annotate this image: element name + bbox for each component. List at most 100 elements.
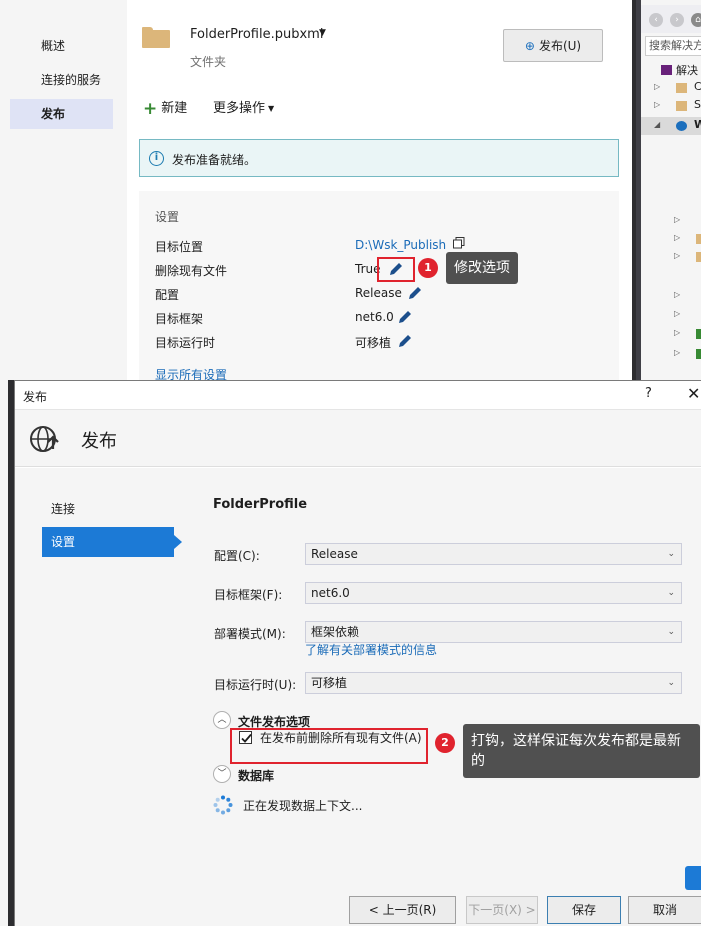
step-badge-2: 2	[435, 733, 455, 753]
chevron-down-icon: ⌄	[667, 627, 675, 637]
setting-label-target-runtime: 目标运行时	[155, 336, 216, 350]
deployment-mode-select[interactable]: 框架依赖 ⌄	[305, 621, 682, 643]
tree-item-project[interactable]: ◢ W	[641, 117, 701, 135]
save-button[interactable]: 保存	[547, 896, 621, 924]
setting-value-target-runtime: 可移植	[355, 336, 392, 350]
tree-item[interactable]: ▷	[641, 287, 701, 305]
help-button[interactable]: ?	[645, 386, 652, 401]
configuration-select[interactable]: Release ⌄	[305, 543, 682, 565]
solution-icon	[661, 65, 672, 75]
expand-icon: ▷	[654, 82, 661, 91]
learn-deployment-mode-link[interactable]: 了解有关部署模式的信息	[305, 641, 437, 658]
chevron-down-icon: ⌄	[667, 678, 675, 688]
back-icon[interactable]: ‹	[649, 13, 663, 27]
new-profile-button[interactable]: + 新建	[143, 97, 187, 119]
solution-toolbar: ‹ › ⌂	[641, 5, 701, 33]
dialog-window-title: 发布	[23, 390, 48, 404]
tree-item-solution[interactable]: 解决	[641, 61, 701, 79]
ready-text: 发布准备就绪。	[172, 153, 257, 167]
folder-icon	[142, 27, 170, 48]
tree-item-label: 解决	[676, 64, 698, 77]
target-runtime-value: 可移植	[311, 676, 348, 690]
setting-label-target-framework: 目标框架	[155, 312, 204, 326]
step-connect[interactable]: 连接	[42, 494, 174, 524]
publish-main-panel: FolderProfile.pubxml ▼ 文件夹 ⊕ 发布(U) + 新建 更…	[127, 0, 632, 382]
dialog-header: 发布	[15, 409, 701, 467]
setting-value-configuration: Release	[355, 286, 402, 300]
tree-item[interactable]: ▷	[641, 230, 701, 248]
highlight-box-2	[230, 728, 428, 764]
cancel-button[interactable]: 取消	[628, 896, 701, 924]
edit-pencil-icon[interactable]	[397, 309, 413, 325]
nav-item-overview[interactable]: 概述	[10, 31, 113, 61]
publish-dialog: 发布 ? ✕ 发布 连接 设置 FolderProfile 配置(C): Rel…	[14, 380, 701, 926]
home-icon[interactable]: ⌂	[691, 13, 701, 27]
globe-publish-icon	[30, 426, 59, 452]
dialog-body: 连接 设置 FolderProfile 配置(C): Release ⌄ 目标框架…	[15, 468, 701, 926]
solution-search-input[interactable]: 搜索解决方	[645, 36, 701, 56]
nav-item-connected-services[interactable]: 连接的服务	[10, 65, 113, 95]
prev-button[interactable]: < 上一页(R)	[349, 896, 456, 924]
solution-explorer: ‹ › ⌂ 搜索解决方 解决 ▷ C ▷ S ◢ W ▷ ▷ ▷ ▷ ▷ ▷ ▷	[636, 0, 701, 380]
new-label: 新建	[161, 101, 188, 116]
target-framework-select[interactable]: net6.0 ⌄	[305, 582, 682, 604]
setting-label-configuration: 配置	[155, 288, 180, 302]
profile-name[interactable]: FolderProfile.pubxml	[190, 27, 323, 42]
chevron-down-icon: ▼	[268, 104, 275, 113]
publish-icon: ⊕	[524, 38, 535, 53]
folder-icon	[676, 101, 687, 111]
step-badge-1: 1	[418, 258, 438, 278]
chevron-down-icon: ⌄	[667, 588, 675, 598]
deployment-mode-label: 部署模式(M):	[214, 627, 286, 641]
tree-item-label: W	[694, 118, 701, 131]
configuration-value: Release	[311, 547, 358, 561]
database-section-title: 数据库	[238, 769, 275, 783]
edit-pencil-icon[interactable]	[407, 285, 423, 301]
next-button[interactable]: 下一页(X) >	[466, 896, 538, 924]
publish-button[interactable]: ⊕ 发布(U)	[503, 29, 603, 62]
plus-icon: +	[143, 99, 158, 119]
nav-item-publish[interactable]: 发布	[10, 99, 113, 129]
dialog-titlebar[interactable]: 发布 ? ✕	[15, 381, 701, 409]
setting-label-target-location: 目标位置	[155, 240, 204, 254]
target-framework-label: 目标框架(F):	[214, 588, 283, 602]
forward-icon[interactable]: ›	[670, 13, 684, 27]
setting-value-target-location[interactable]: D:\Wsk_Publish	[355, 238, 446, 252]
copy-icon[interactable]	[453, 237, 465, 249]
profile-type: 文件夹	[190, 55, 227, 69]
tree-item[interactable]: ▷ C	[641, 79, 701, 97]
tree-item[interactable]: ▷	[641, 212, 701, 230]
chevron-down-icon: ⌄	[667, 549, 675, 559]
dialog-header-title: 发布	[81, 431, 117, 452]
tree-item-label: S	[694, 98, 701, 111]
discovering-text: 正在发现数据上下文...	[243, 799, 363, 813]
publish-button-label: 发布(U)	[538, 39, 582, 53]
deployment-mode-value: 框架依赖	[311, 625, 360, 639]
settings-title: 设置	[155, 210, 180, 224]
step-settings[interactable]: 设置	[42, 527, 182, 557]
publish-nav: 概述 连接的服务 发布	[8, 0, 121, 380]
target-runtime-label: 目标运行时(U):	[214, 678, 297, 692]
tree-item[interactable]: ▷	[641, 306, 701, 324]
info-icon: i	[149, 151, 164, 166]
expand-icon: ▷	[654, 100, 661, 109]
web-project-icon	[676, 121, 687, 131]
more-actions-button[interactable]: 更多操作 ▼	[213, 97, 274, 116]
highlight-box-1	[377, 257, 415, 282]
edit-pencil-icon[interactable]	[397, 333, 413, 349]
tree-item[interactable]: ▷ S	[641, 97, 701, 115]
setting-value-target-framework: net6.0	[355, 310, 394, 324]
floating-tool-icon[interactable]	[685, 866, 701, 890]
target-framework-value: net6.0	[311, 586, 350, 600]
tree-item[interactable]: ▷	[641, 248, 701, 266]
more-label: 更多操作	[213, 101, 266, 116]
callout-2: 打钩，这样保证每次发布都是最新的	[463, 724, 700, 778]
expand-section-icon[interactable]: ﹀	[213, 765, 231, 783]
tree-item[interactable]: ▷	[641, 325, 701, 343]
collapse-icon: ◢	[654, 120, 661, 129]
tree-item[interactable]: ▷	[641, 345, 701, 363]
target-runtime-select[interactable]: 可移植 ⌄	[305, 672, 682, 694]
close-icon[interactable]: ✕	[687, 384, 700, 403]
profile-dropdown-icon[interactable]: ▼	[319, 28, 326, 38]
collapse-section-icon[interactable]: ︿	[213, 711, 231, 729]
